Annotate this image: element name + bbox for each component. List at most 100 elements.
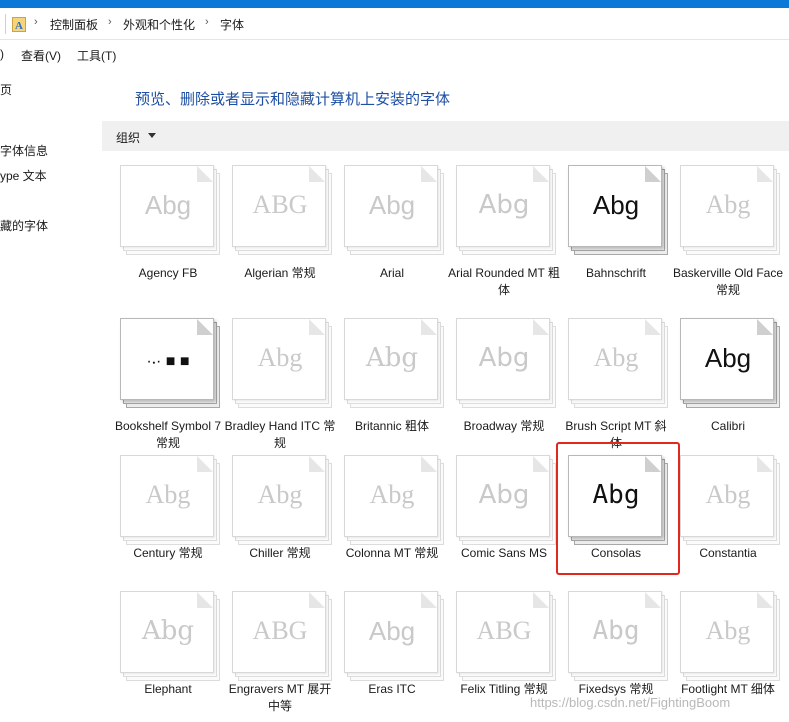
chevron-right-icon[interactable]: › [108, 16, 112, 28]
font-sample-text: Abg [705, 480, 751, 509]
font-name-label: Britannic 粗体 [354, 419, 430, 433]
page-fold [533, 166, 549, 182]
font-file-icon: Abg [680, 455, 789, 550]
font-file-icon: Abg [344, 455, 456, 550]
font-name-label: Arial Rounded MT 粗体 [448, 266, 560, 297]
font-sample-text: Abg [257, 343, 303, 372]
font-sample-text: Abg [704, 343, 752, 373]
font-name-label: Arial [379, 266, 404, 280]
font-name-label: Chiller 常规 [249, 546, 311, 560]
font-file-icon: Abg [456, 455, 568, 550]
left-link-home[interactable]: 页 [0, 81, 12, 98]
file-front: Abg [456, 455, 550, 537]
font-file-icon: Abg [232, 318, 344, 413]
breadcrumb-appearance[interactable]: 外观和个性化 [123, 16, 195, 33]
font-file-icon: ABG [456, 591, 568, 686]
font-file-icon: Abg [456, 165, 568, 260]
font-file-icon: Abg [344, 165, 456, 260]
file-front: ABG [232, 165, 326, 247]
left-link-font-info[interactable]: 字体信息 [0, 142, 48, 159]
font-sample-text: Abg [141, 616, 195, 646]
left-pane: 页 字体信息 ype 文本 藏的字体 [0, 67, 100, 722]
font-name-label: Comic Sans MS [460, 546, 548, 560]
page-fold [533, 319, 549, 335]
font-name-label: Calibri [710, 419, 745, 433]
font-name-label: Elephant [144, 682, 192, 696]
file-front: Abg [344, 591, 438, 673]
page-fold [197, 456, 213, 472]
file-front: Abg [456, 318, 550, 400]
file-front: Abg [344, 455, 438, 537]
font-name-label: Bradley Hand ITC 常规 [224, 419, 336, 450]
page-fold [309, 456, 325, 472]
address-bar[interactable]: A › 控制面板 › 外观和个性化 › 字体 [0, 8, 789, 40]
selection-highlight [556, 442, 680, 575]
page-title: 预览、删除或者显示和隐藏计算机上安装的字体 [135, 91, 451, 108]
font-file-icon: ABG [232, 591, 344, 686]
font-file-icon: Abg [120, 591, 232, 686]
command-toolbar: 组织 [102, 121, 789, 151]
menu-partial[interactable]: ) [0, 47, 4, 61]
font-sample-text: Abg [478, 480, 530, 510]
font-name-label: Agency FB [138, 266, 198, 280]
page-fold [757, 592, 773, 608]
file-front: Abg [232, 318, 326, 400]
font-name-label: Century 常规 [133, 546, 203, 560]
font-sample-text: Abg [592, 190, 640, 220]
font-file-icon: ABG [232, 165, 344, 260]
font-sample-text: Abg [478, 343, 530, 373]
file-front: Abg [680, 455, 774, 537]
page-fold [197, 319, 213, 335]
font-sample-text: Abg [369, 480, 415, 509]
font-file-icon: Abg [680, 165, 789, 260]
file-front: Abg [120, 455, 214, 537]
page-fold [757, 319, 773, 335]
font-sample-text: ABG [252, 190, 308, 219]
font-file-icon: Abg [232, 455, 344, 550]
file-front: Abg [344, 318, 438, 400]
breadcrumb-control-panel[interactable]: 控制面板 [50, 16, 98, 33]
font-sample-text: Abg [368, 190, 416, 220]
page-fold [309, 319, 325, 335]
page-fold [757, 166, 773, 182]
font-file-icon: Abg [344, 318, 456, 413]
breadcrumb-fonts[interactable]: 字体 [220, 16, 244, 33]
page-fold [421, 592, 437, 608]
file-front: Abg [568, 165, 662, 247]
page-fold [645, 319, 661, 335]
font-sample-text: Abg [478, 190, 530, 220]
page-fold [421, 166, 437, 182]
font-sample-text: Abg [145, 480, 191, 509]
font-name-label: Broadway 常规 [463, 419, 545, 433]
file-front: Abg [680, 165, 774, 247]
menu-tools[interactable]: 工具(T) [77, 47, 116, 64]
page-fold [421, 456, 437, 472]
fonts-folder-icon: A [12, 17, 26, 32]
font-file-icon: Abg [120, 165, 232, 260]
left-link-cleartype[interactable]: ype 文本 [0, 167, 47, 184]
font-file-icon: Abg [344, 591, 456, 686]
menu-view[interactable]: 查看(V) [21, 47, 61, 64]
chevron-down-icon[interactable] [148, 133, 156, 138]
chevron-right-icon[interactable]: › [34, 16, 38, 28]
svg-text:A: A [15, 20, 23, 32]
font-sample-text: Abg [592, 616, 640, 646]
file-front: Abg [568, 318, 662, 400]
file-front: Abg [120, 591, 214, 673]
font-name-label: Algerian 常规 [244, 266, 316, 280]
page-fold [197, 592, 213, 608]
file-front: Abg [120, 165, 214, 247]
file-front: Abg [680, 591, 774, 673]
organize-button[interactable]: 组织 [116, 129, 140, 146]
page-fold [309, 592, 325, 608]
font-name-label: Eras ITC [368, 682, 416, 696]
font-name-label: Bookshelf Symbol 7 常规 [114, 419, 222, 450]
font-sample-text: Abg [368, 616, 416, 646]
page-fold [197, 166, 213, 182]
file-front: Abg [344, 165, 438, 247]
font-name-label: Engravers MT 展开 中等 [228, 682, 332, 713]
font-file-icon: Abg [680, 318, 789, 413]
file-front: ABG [456, 591, 550, 673]
chevron-right-icon[interactable]: › [205, 16, 209, 28]
left-link-hidden-fonts[interactable]: 藏的字体 [0, 217, 48, 234]
